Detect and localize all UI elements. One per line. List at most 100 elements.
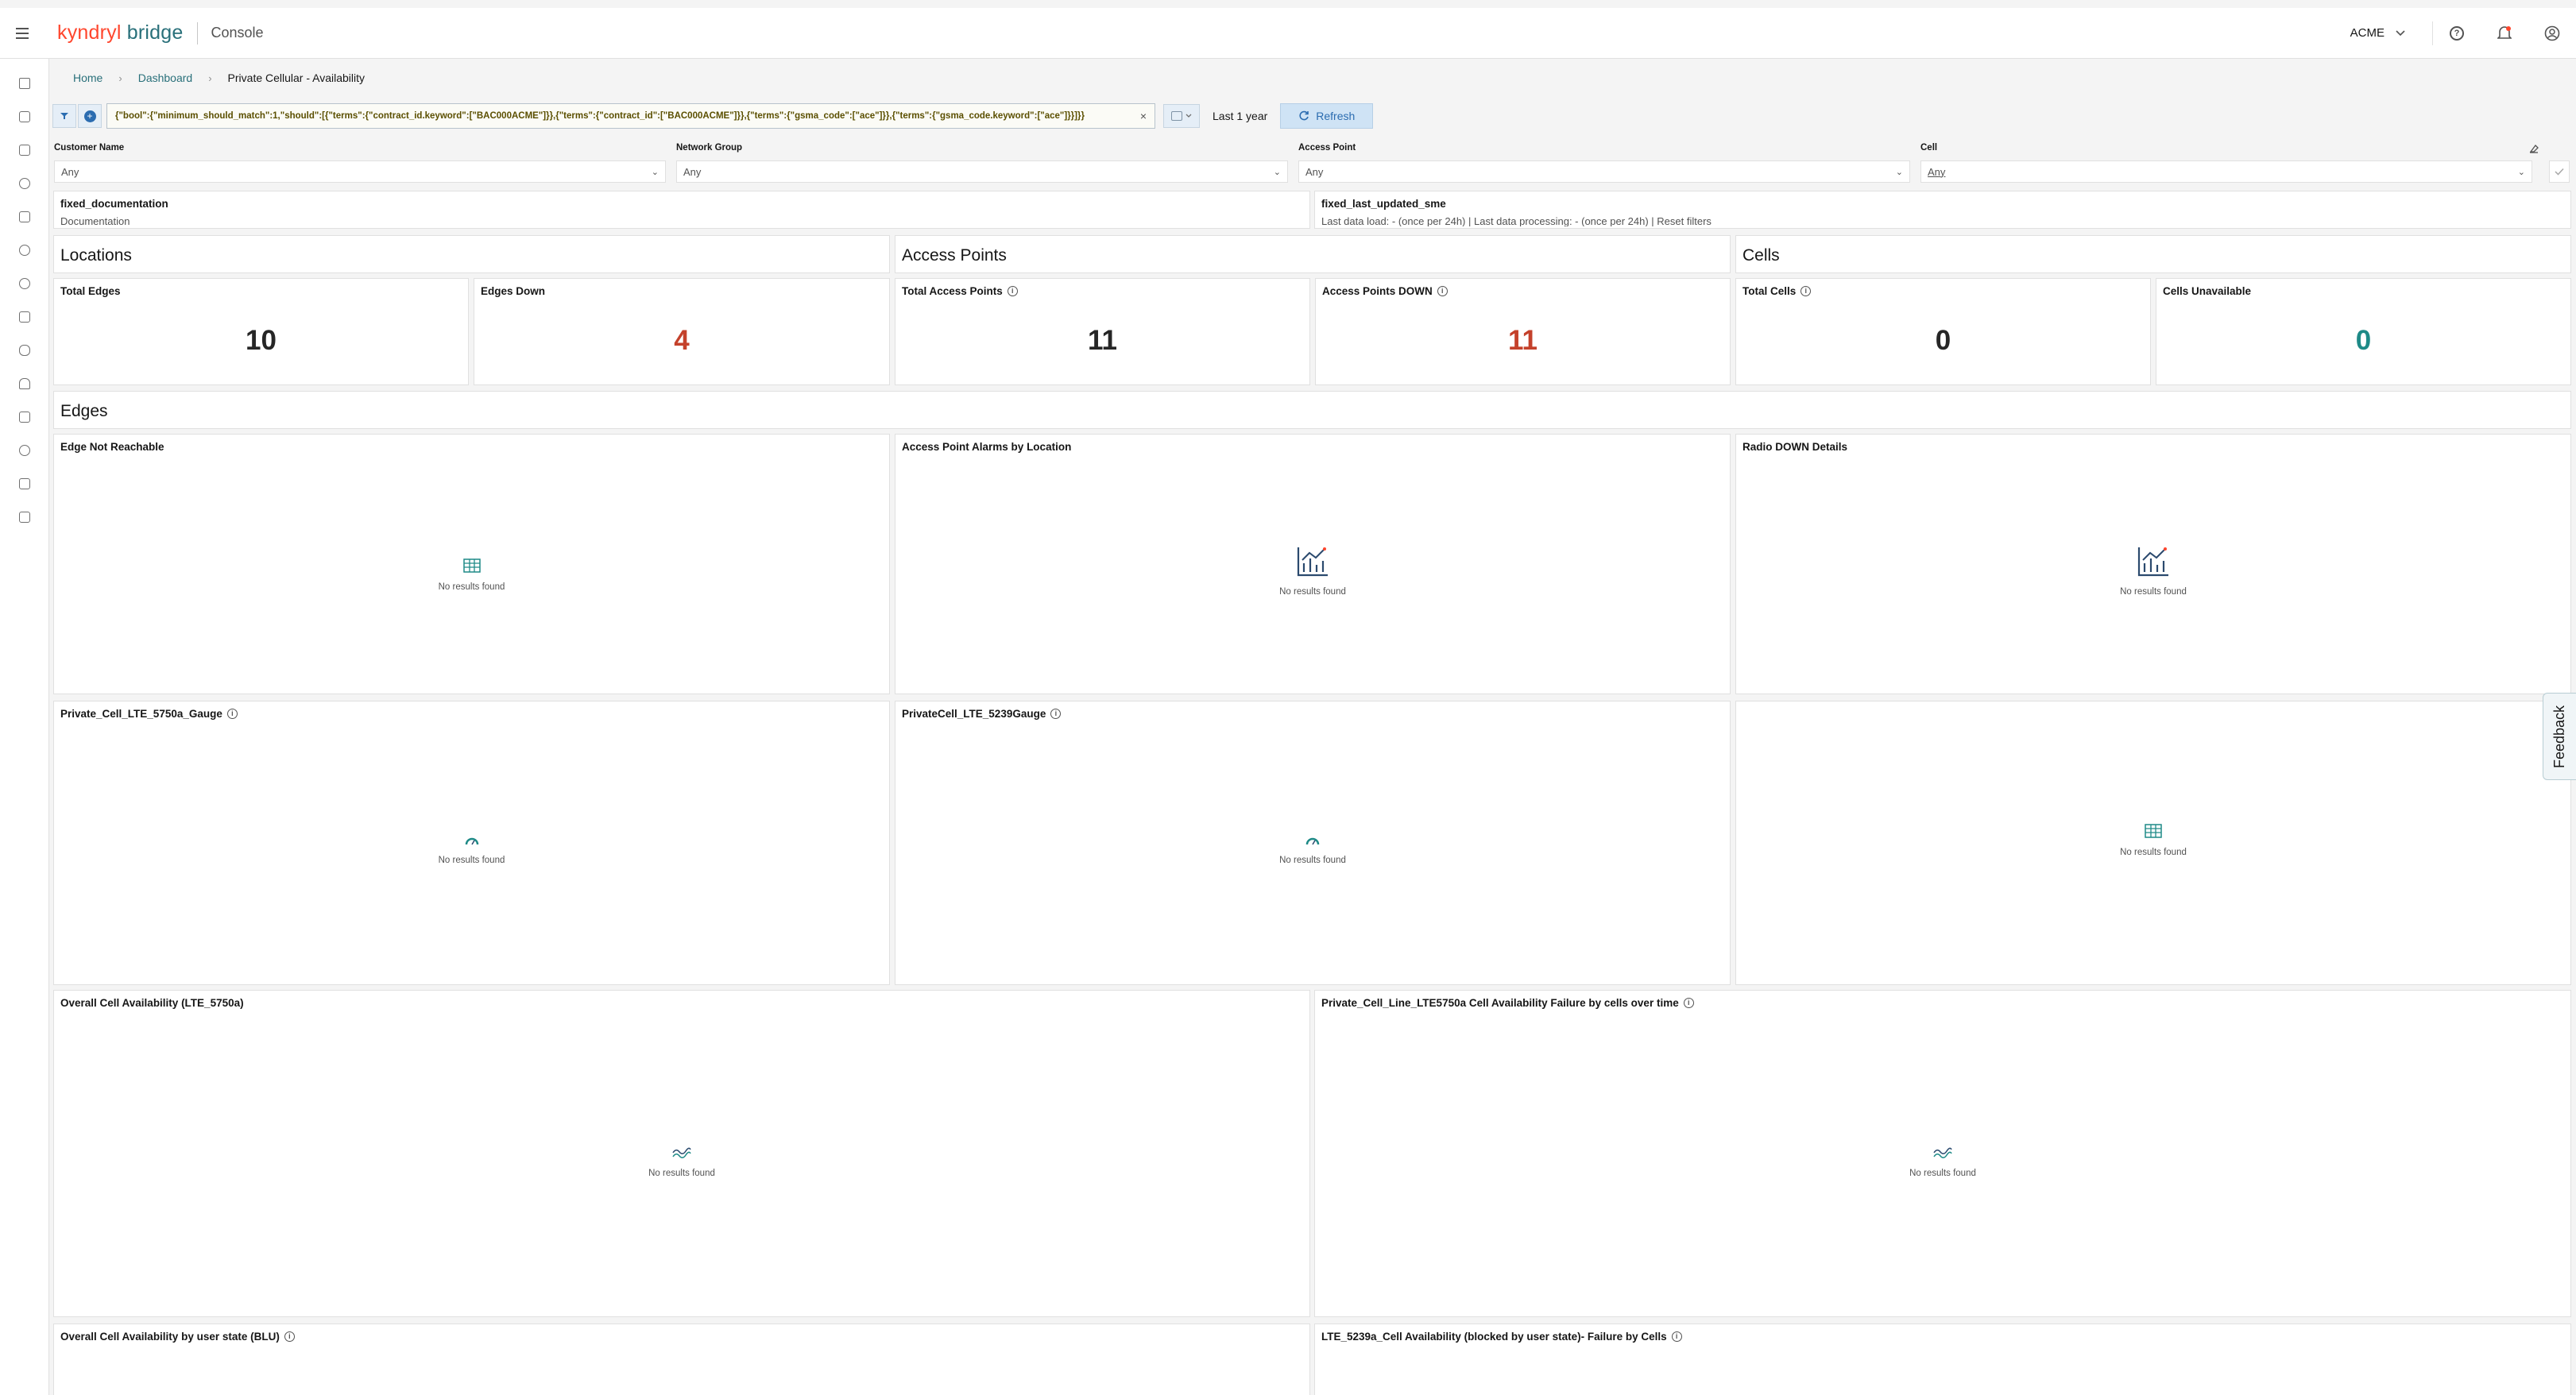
dashboard-icon[interactable]: [19, 111, 30, 122]
add-filter-button[interactable]: +: [78, 104, 102, 128]
apply-controls-button[interactable]: [2549, 160, 2570, 183]
empty-text: No results found: [2120, 848, 2187, 857]
plus-icon: +: [83, 110, 96, 122]
account-selector[interactable]: ACME: [2350, 26, 2405, 40]
chat-icon[interactable]: [19, 345, 30, 356]
metric-title: Access Points DOWN i: [1322, 285, 1448, 297]
query-input[interactable]: {"bool":{"minimum_should_match":1,"shoul…: [106, 103, 1155, 129]
refresh-icon: [1299, 110, 1309, 121]
info-icon[interactable]: i: [1437, 286, 1448, 296]
network-group-select[interactable]: Any ⌄: [676, 160, 1288, 183]
info-icon[interactable]: i: [226, 709, 238, 719]
control-label: Network Group: [676, 143, 743, 153]
filter-menu-button[interactable]: [52, 104, 76, 128]
documentation-panel: fixed_documentation Documentation: [53, 191, 1310, 229]
panel-title: fixed_documentation: [60, 198, 168, 210]
last-updated-text: Last data load: - (once per 24h) | Last …: [1321, 215, 1712, 226]
info-icon[interactable]: i: [1671, 1331, 1682, 1342]
info-icon[interactable]: i: [1007, 286, 1018, 296]
select-value: Any: [683, 165, 702, 178]
empty-text: No results found: [648, 1169, 715, 1178]
time-range-label[interactable]: Last 1 year: [1213, 110, 1267, 122]
top-navigation-bar: kyndryl bridge Console ACME ?: [0, 8, 2576, 59]
user-profile-icon[interactable]: [2528, 25, 2576, 41]
control-access-point: Access Point Any ⌄: [1298, 143, 1910, 183]
customer-name-select[interactable]: Any ⌄: [54, 160, 666, 183]
feedback-label: Feedback: [2551, 705, 2567, 768]
tickets-icon[interactable]: [19, 412, 30, 423]
metric-access-points-down: Access Points DOWN i 11: [1315, 278, 1731, 385]
chevron-right-icon: ›: [118, 71, 122, 84]
metric-title: Cells Unavailable: [2163, 285, 2251, 297]
brand-logo[interactable]: kyndryl bridge: [57, 21, 183, 44]
apps-grid-icon[interactable]: [19, 211, 30, 222]
panel-title-text: PrivateCell_LTE_5239Gauge: [902, 708, 1046, 720]
info-icon[interactable]: i: [1800, 286, 1812, 296]
edges-section: Edges: [53, 391, 2571, 429]
metric-value: 0: [1935, 325, 1951, 356]
metric-value: 4: [674, 325, 690, 356]
empty-state: No results found: [54, 558, 889, 592]
menu-icon[interactable]: [16, 27, 40, 39]
ap-alarms-by-location-panel: Access Point Alarms by Location No resul…: [895, 434, 1731, 694]
empty-text: No results found: [2120, 587, 2187, 597]
metric-title-text: Cells Unavailable: [2163, 285, 2252, 297]
documents-icon[interactable]: [19, 512, 30, 523]
feedback-tab[interactable]: Feedback: [2543, 693, 2576, 780]
metric-title: Total Access Points i: [902, 285, 1018, 297]
radio-down-details-panel: Radio DOWN Details No results found: [1735, 434, 2571, 694]
alerts-icon[interactable]: [19, 378, 30, 389]
help-icon[interactable]: ?: [2433, 25, 2481, 41]
date-picker-button[interactable]: [1163, 104, 1200, 128]
cell-select[interactable]: Any ⌄: [1920, 160, 2532, 183]
panel-title-text: Overall Cell Availability by user state …: [60, 1331, 280, 1343]
availability-by-user-state-panel: Overall Cell Availability by user state …: [53, 1324, 1310, 1395]
breadcrumb-dashboard[interactable]: Dashboard: [138, 71, 193, 84]
bar-chart-icon: [1297, 547, 1328, 577]
table-icon: [462, 558, 481, 573]
chevron-down-icon: [2396, 26, 2405, 40]
untitled-table-panel: No results found: [1735, 701, 2571, 985]
metric-title-text: Total Access Points: [902, 285, 1003, 297]
catalog-icon[interactable]: [19, 311, 30, 323]
sidebar: [0, 59, 49, 1395]
panel-title-text: Private_Cell_LTE_5750a_Gauge: [60, 708, 222, 720]
control-tools: [2522, 143, 2570, 184]
metric-edges-down: Edges Down 4: [474, 278, 890, 385]
cell-availability-failure-panel: Private_Cell_Line_LTE5750a Cell Availabi…: [1314, 990, 2571, 1317]
clear-query-icon[interactable]: ×: [1140, 110, 1147, 122]
target-icon[interactable]: [19, 445, 30, 456]
refresh-button[interactable]: Refresh: [1280, 103, 1374, 129]
access-point-select[interactable]: Any ⌄: [1298, 160, 1910, 183]
info-icon[interactable]: i: [1050, 709, 1062, 719]
launch-icon[interactable]: [19, 145, 30, 156]
notification-bell-icon[interactable]: [2481, 25, 2528, 41]
info-icon[interactable]: i: [1683, 998, 1694, 1008]
filter-icon: [60, 113, 68, 119]
settings-icon[interactable]: [19, 245, 30, 256]
printer-icon[interactable]: [19, 478, 30, 489]
line-chart-icon: [672, 1147, 691, 1158]
control-label: Customer Name: [54, 143, 125, 153]
checkmark-icon: [2555, 168, 2564, 176]
brand-secondary: bridge: [126, 21, 184, 44]
query-bar: + {"bool":{"minimum_should_match":1,"sho…: [52, 103, 1376, 129]
metric-total-cells: Total Cells i 0: [1735, 278, 2151, 385]
clear-form-icon[interactable]: [2528, 143, 2539, 154]
breadcrumb: Home › Dashboard › Private Cellular - Av…: [73, 70, 365, 86]
metric-title: Total Cells i: [1742, 285, 1812, 297]
info-icon[interactable]: i: [284, 1331, 295, 1342]
breadcrumb-home[interactable]: Home: [73, 71, 102, 84]
metric-title-text: Total Cells: [1742, 285, 1797, 297]
security-icon[interactable]: [19, 278, 30, 289]
heart-icon[interactable]: [19, 178, 30, 189]
metric-title: Total Edges: [60, 285, 121, 297]
breadcrumb-current: Private Cellular - Availability: [227, 71, 366, 84]
metric-value: 10: [246, 325, 277, 356]
panel-title: Access Point Alarms by Location: [902, 441, 1072, 453]
panel-title: fixed_last_updated_sme: [1321, 198, 1446, 210]
empty-state: No results found: [895, 837, 1730, 865]
home-icon[interactable]: [19, 78, 30, 89]
section-title: Access Points: [902, 246, 1007, 265]
empty-state: No results found: [1315, 1146, 2570, 1178]
